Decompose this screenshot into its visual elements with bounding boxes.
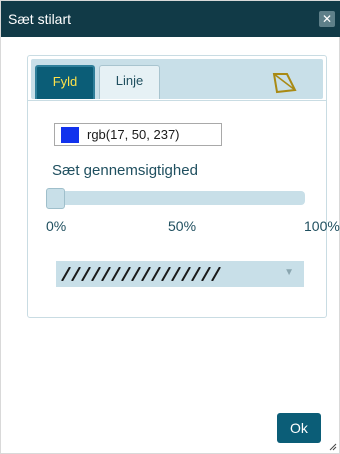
tick-label-100: 100% — [304, 218, 340, 234]
tab-divider — [28, 100, 326, 101]
tab-fill[interactable]: Fyld — [35, 65, 95, 99]
tab-bar: Fyld Linje — [31, 59, 323, 99]
fill-color-field[interactable]: rgb(17, 50, 237) — [54, 123, 222, 146]
fill-pattern-select[interactable]: ▼ — [56, 261, 304, 287]
opacity-slider-thumb[interactable] — [46, 188, 65, 209]
color-swatch[interactable] — [61, 127, 79, 143]
opacity-slider-track[interactable] — [46, 191, 305, 205]
color-value-text: rgb(17, 50, 237) — [87, 127, 180, 142]
style-panel: Fyld Linje rgb(17, 50, 237) Sæt gennemsi… — [27, 55, 340, 318]
dialog-titlebar[interactable]: Sæt stilart ✕ — [1, 1, 340, 37]
ok-button[interactable]: Ok — [277, 413, 321, 443]
resize-grip-icon[interactable] — [329, 443, 337, 451]
style-dialog: Sæt stilart ✕ Fyld Linje rgb(17, 50, 237… — [0, 0, 340, 454]
dialog-title: Sæt stilart — [8, 11, 72, 27]
polygon-shape-icon[interactable] — [271, 70, 297, 94]
chevron-down-icon: ▼ — [284, 267, 294, 278]
close-icon[interactable]: ✕ — [319, 11, 335, 27]
tab-line[interactable]: Linje — [99, 65, 160, 99]
opacity-label: Sæt gennemsigtighed — [52, 162, 198, 179]
tick-label-0: 0% — [46, 218, 67, 234]
hatch-pattern-preview — [61, 267, 221, 281]
tick-label-50: 50% — [168, 218, 197, 234]
